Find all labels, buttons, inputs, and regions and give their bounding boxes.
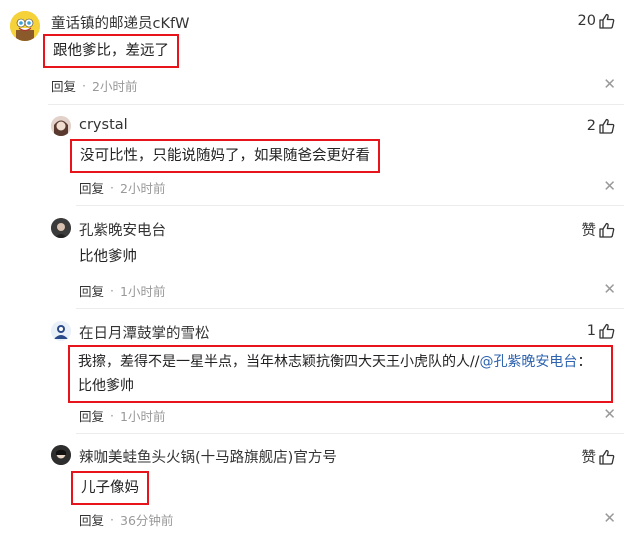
timestamp: 2小时前 <box>120 181 166 196</box>
close-icon[interactable]: ✕ <box>603 407 616 422</box>
comment-meta: 回复 · 1小时前 <box>79 406 166 425</box>
reply-button[interactable]: 回复 <box>79 406 104 425</box>
username[interactable]: 在日月潭鼓掌的雪松 <box>79 322 210 343</box>
like-count: 20 <box>577 13 596 29</box>
like-button[interactable]: 2 <box>587 117 616 135</box>
like-button[interactable]: 赞 <box>582 219 617 240</box>
like-button[interactable]: 赞 <box>582 446 617 467</box>
comment-text: 没可比性，只能说随妈了，如果随爸会更好看 <box>70 139 380 173</box>
close-icon[interactable]: ✕ <box>603 511 616 526</box>
avatar-photo-icon <box>51 445 71 465</box>
reply-button[interactable]: 回复 <box>79 281 104 300</box>
thumbs-up-icon <box>599 449 615 465</box>
username[interactable]: crystal <box>79 117 128 133</box>
like-count: 1 <box>586 323 596 339</box>
like-count: 赞 <box>581 223 597 239</box>
username[interactable]: 童话镇的邮递员cKfW <box>51 12 189 33</box>
reply-button[interactable]: 回复 <box>79 178 104 197</box>
comment-meta: 回复 · 2小时前 <box>79 178 166 197</box>
comment-meta: 回复 · 36分钟前 <box>79 510 174 529</box>
reply-button[interactable]: 回复 <box>51 76 76 95</box>
comment-text: 儿子像妈 <box>71 471 149 505</box>
timestamp: 1小时前 <box>120 284 166 299</box>
close-icon[interactable]: ✕ <box>603 179 616 194</box>
comment-text-line-2: 比他爹帅 <box>78 378 134 394</box>
close-icon[interactable]: ✕ <box>603 282 616 297</box>
spongebob-avatar-icon <box>10 11 40 41</box>
like-count: 2 <box>586 118 596 134</box>
comment-text: 跟他爹比，差远了 <box>43 34 179 68</box>
like-button[interactable]: 1 <box>587 322 616 340</box>
user-avatar[interactable] <box>51 321 71 341</box>
comment-meta: 回复 · 2小时前 <box>51 76 138 95</box>
comment-2: crystal 2 没可比性，只能说随妈了，如果随爸会更好看 回复 · 2小时前… <box>0 104 640 208</box>
mention-link[interactable]: @孔紫晚安电台 <box>479 354 577 370</box>
comment-3: 孔紫晚安电台 赞 比他爹帅 回复 · 1小时前 ✕ <box>0 205 640 308</box>
timestamp: 1小时前 <box>120 409 166 424</box>
like-button[interactable]: 20 <box>578 12 616 30</box>
timestamp: 36分钟前 <box>120 513 174 528</box>
reply-button[interactable]: 回复 <box>79 510 104 529</box>
comment-text: 比他爹帅 <box>79 249 137 265</box>
user-avatar[interactable] <box>51 116 71 136</box>
timestamp: 2小时前 <box>92 79 138 94</box>
comment-4: 在日月潭鼓掌的雪松 1 我擦，差得不是一星半点，当年林志颖抗衡四大天王小虎队的人… <box>0 308 640 437</box>
thumbs-up-icon <box>599 323 615 339</box>
like-count: 赞 <box>581 450 597 466</box>
comment-text: 我擦，差得不是一星半点，当年林志颖抗衡四大天王小虎队的人//@孔紫晚安电台： 比… <box>68 345 613 403</box>
comment-meta: 回复 · 1小时前 <box>79 281 166 300</box>
close-icon[interactable]: ✕ <box>603 77 616 92</box>
username[interactable]: 辣咖美蛙鱼头火锅(十马路旗舰店)官方号 <box>79 446 337 467</box>
thumbs-up-icon <box>599 118 615 134</box>
comment-1: 童话镇的邮递员cKfW 20 跟他爹比，差远了 回复 · 2小时前 ✕ <box>0 0 640 104</box>
comment-text-line-1: 我擦，差得不是一星半点，当年林志颖抗衡四大天王小虎队的人// <box>78 354 480 370</box>
user-avatar[interactable] <box>51 218 71 238</box>
avatar-photo-icon <box>51 116 71 136</box>
user-avatar-icon <box>51 321 71 341</box>
comment-5: 辣咖美蛙鱼头火锅(十马路旗舰店)官方号 赞 儿子像妈 回复 · 36分钟前 ✕ <box>0 433 640 535</box>
avatar-photo-icon <box>51 218 71 238</box>
thumbs-up-icon <box>599 13 615 29</box>
thumbs-up-icon <box>599 222 615 238</box>
user-avatar[interactable] <box>10 11 40 41</box>
user-avatar[interactable] <box>51 445 71 465</box>
username[interactable]: 孔紫晚安电台 <box>79 219 166 240</box>
